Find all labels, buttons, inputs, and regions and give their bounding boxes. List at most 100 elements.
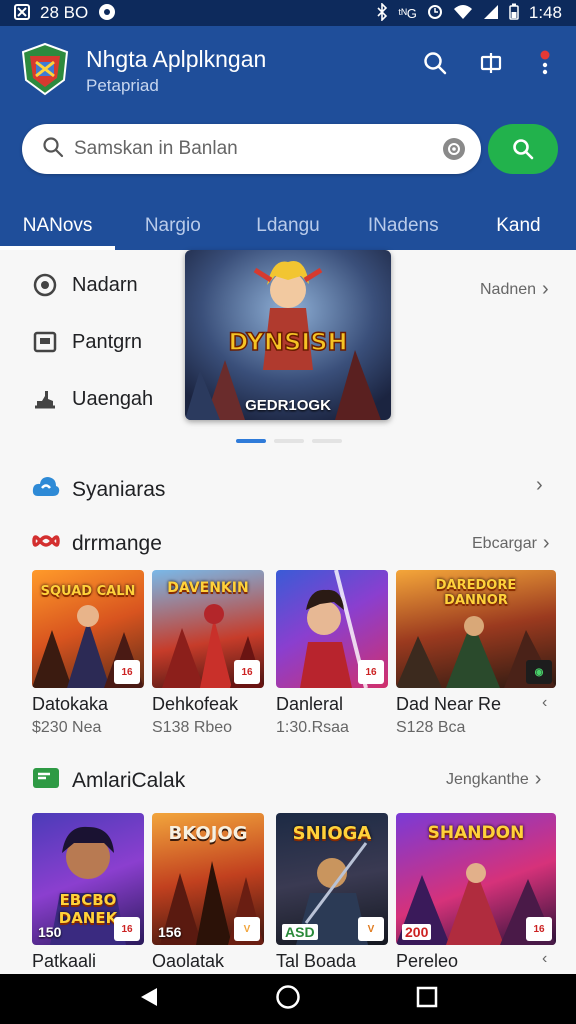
- chevron-right-icon: ›: [536, 474, 543, 496]
- carousel-dot[interactable]: [274, 439, 304, 443]
- infinity-icon: [32, 531, 60, 557]
- search-field-icon: [42, 136, 64, 163]
- syaniaras-more-link[interactable]: ›: [536, 474, 543, 497]
- tab-nargio[interactable]: Nargio: [115, 202, 230, 250]
- share-icon[interactable]: [476, 48, 506, 78]
- age-rating-badge: 16: [358, 660, 384, 684]
- battery-icon: [509, 3, 519, 23]
- game-card[interactable]: SQUAD CALN 16 Datokaka $230 Nea: [32, 570, 144, 737]
- game-thumbnail: EBCBO DANEK 150 16: [32, 813, 144, 945]
- game-thumbnail: SNIOGA ASD V: [276, 813, 388, 945]
- scroll-hint-icon[interactable]: ‹: [542, 694, 547, 712]
- search-input[interactable]: [74, 138, 443, 160]
- menu-item-uaengah[interactable]: Uaengah: [32, 386, 153, 412]
- age-rating-badge: 16: [526, 917, 552, 941]
- game-card[interactable]: SNIOGA ASD V Tal Boada: [276, 813, 388, 972]
- system-navigation-bar: [0, 974, 576, 1024]
- thumbnail-art-text: DAVENKIN: [167, 580, 249, 596]
- banner-logo-text: DYNSISH: [228, 328, 347, 356]
- game-card[interactable]: SHANDON 200 16 Pereleo: [396, 813, 556, 972]
- carousel-dot-active[interactable]: [236, 439, 266, 443]
- banner-artwork: DYNSISH: [185, 250, 391, 420]
- status-time-left: 28 BO: [40, 3, 89, 22]
- status-bar: 28 BO ᵗᴺG 1:48: [0, 0, 576, 26]
- thumbnail-art-text: SQUAD CALN: [40, 584, 136, 599]
- publisher-badge: ◉: [526, 660, 552, 684]
- category-tabs: NANovs Nargio Ldangu INadens Kand: [0, 202, 576, 250]
- wifi-icon: [453, 4, 473, 23]
- thumbnail-number: 150: [38, 924, 62, 940]
- thumbnail-art-text: BKOJOG: [168, 823, 248, 844]
- more-options-icon[interactable]: [530, 48, 560, 78]
- tab-inadens[interactable]: INadens: [346, 202, 461, 250]
- home-icon[interactable]: [275, 984, 301, 1015]
- download-icon: [32, 386, 58, 412]
- thumbnail-number: 200: [402, 924, 432, 940]
- game-card[interactable]: BKOJOG 156 V Oaolatak: [152, 813, 264, 972]
- age-rating-badge: 16: [114, 917, 140, 941]
- ticket-icon: [32, 766, 60, 796]
- game-thumbnail: SHANDON 200 16: [396, 813, 556, 945]
- banner-caption: GEDR1OGK: [245, 397, 331, 414]
- box-icon: [32, 329, 58, 355]
- back-icon[interactable]: [138, 986, 160, 1013]
- card-price: S128 Bca: [396, 719, 466, 736]
- game-thumbnail: DAREDORE DANNOR ◉: [396, 570, 556, 688]
- card-title: Dad Near Re: [396, 694, 502, 714]
- carousel-indicator: [236, 439, 342, 443]
- bluetooth-icon: [376, 1, 388, 24]
- banner-side-link-label: Nadnen: [480, 280, 537, 298]
- menu-item-label: Nadarn: [72, 273, 138, 296]
- cloud-icon: [32, 474, 60, 506]
- age-rating-badge: V: [234, 917, 260, 941]
- record-icon: [98, 3, 116, 24]
- game-thumbnail: SQUAD CALN 16: [32, 570, 144, 688]
- app-notification-icon: [14, 3, 30, 23]
- menu-item-label: Uaengah: [72, 387, 154, 410]
- search-button-icon: [513, 139, 534, 160]
- status-clock: 1:48: [528, 3, 562, 22]
- chevron-right-icon: ›: [534, 768, 542, 790]
- scroll-hint-icon[interactable]: ‹: [542, 950, 547, 968]
- game-thumbnail: BKOJOG 156 V: [152, 813, 264, 945]
- banner-side-link[interactable]: Nadnen ›: [480, 278, 549, 301]
- card-title: Datokaka: [32, 694, 109, 714]
- see-all-label: Jengkanthe: [446, 770, 529, 788]
- app-subtitle: Petapriad: [86, 76, 159, 95]
- card-title: Dehkofeak: [152, 694, 239, 714]
- menu-item-nadarn[interactable]: Nadarn: [32, 272, 138, 298]
- cell-signal-icon: [483, 4, 499, 23]
- section-syaniaras[interactable]: Syaniaras: [32, 474, 165, 506]
- search-bar[interactable]: [22, 124, 481, 174]
- tab-kand[interactable]: Kand: [461, 202, 576, 250]
- tab-ldangu[interactable]: Ldangu: [230, 202, 345, 250]
- chevron-right-icon: ›: [542, 278, 549, 300]
- recents-icon[interactable]: [416, 986, 438, 1013]
- amlari-see-all-link[interactable]: Jengkanthe ›: [446, 768, 541, 791]
- section-title: Syaniaras: [72, 478, 166, 501]
- see-all-label: Ebcargar: [472, 534, 537, 552]
- search-icon[interactable]: [420, 48, 450, 78]
- menu-item-pantgrn[interactable]: Pantgrn: [32, 329, 142, 355]
- chevron-right-icon: ›: [542, 532, 550, 554]
- game-card[interactable]: 16 Danleral 1:30.Rsaa: [276, 570, 388, 737]
- signal-text: ᵗᴺG: [398, 5, 417, 21]
- tab-nanovs[interactable]: NANovs: [0, 202, 116, 250]
- featured-banner[interactable]: DYNSISH GEDR1OGK: [185, 250, 391, 420]
- voice-search-icon[interactable]: [443, 138, 465, 160]
- game-card[interactable]: DAREDORE DANNOR ◉ Dad Near Re S128 Bca: [396, 570, 556, 737]
- card-title: Pereleo: [396, 951, 459, 971]
- app-bar: Nhgta Aplplkngan Petapriad NANovs Nargio…: [0, 26, 576, 250]
- section-title: drrmange: [72, 532, 162, 555]
- age-rating-badge: 16: [114, 660, 140, 684]
- thumbnail-art-text: SNIOGA: [292, 823, 372, 844]
- alarm-icon: [427, 4, 443, 23]
- thumbnail-number: 156: [158, 924, 182, 940]
- game-card[interactable]: EBCBO DANEK 150 16 Patkaali: [32, 813, 144, 972]
- game-card[interactable]: DAVENKIN 16 Dehkofeak S138 Rbeo: [152, 570, 264, 737]
- carousel-dot[interactable]: [312, 439, 342, 443]
- search-button[interactable]: [488, 124, 558, 174]
- card-price: $230 Nea: [32, 719, 102, 736]
- drrmange-see-all-link[interactable]: Ebcargar ›: [472, 532, 550, 555]
- section-amlaricalak: AmlariCalak: [32, 766, 185, 796]
